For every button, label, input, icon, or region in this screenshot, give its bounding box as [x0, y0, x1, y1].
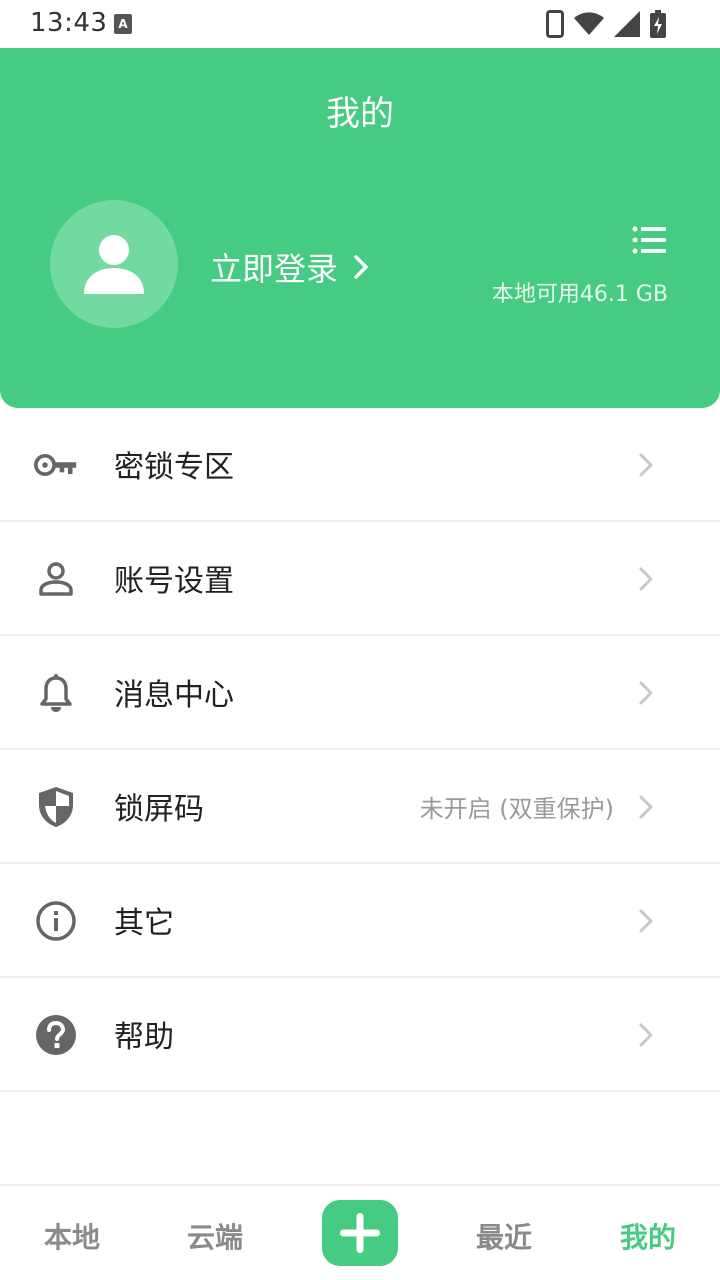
menu-item-account-settings[interactable]: 账号设置: [0, 522, 720, 636]
notification-icon: A: [114, 14, 132, 34]
list-icon[interactable]: [632, 226, 666, 254]
nav-tab-recent[interactable]: 最近: [476, 1216, 532, 1256]
shield-icon: [39, 787, 73, 827]
nav-tab-cloud[interactable]: 云端: [187, 1216, 243, 1256]
plus-icon: [340, 1213, 380, 1253]
chevron-right-icon: [639, 909, 653, 933]
storage-available: 本地可用46.1 GB: [491, 282, 668, 307]
menu-item-label: 其它: [114, 906, 174, 941]
avatar[interactable]: [50, 200, 178, 328]
menu-item-label: 账号设置: [114, 564, 234, 599]
person-icon: [39, 562, 73, 596]
menu-item-label: 密锁专区: [114, 450, 234, 485]
user-avatar-icon: [84, 235, 144, 294]
wifi-icon: [574, 12, 604, 35]
bell-icon: [40, 674, 72, 712]
battery-charging-icon: [650, 10, 666, 38]
login-label: 立即登录: [210, 250, 339, 288]
phone-icon: [546, 10, 564, 38]
menu-item-key-zone[interactable]: 密锁专区: [0, 408, 720, 522]
menu-item-help[interactable]: 帮助: [0, 978, 720, 1092]
chevron-right-icon: [639, 681, 653, 705]
signal-icon: [614, 11, 640, 37]
help-icon: [36, 1015, 76, 1055]
menu-item-label: 锁屏码: [114, 792, 204, 827]
bottom-navigation: 本地 云端 最近 我的: [0, 1184, 720, 1280]
chevron-right-icon: [639, 567, 653, 591]
chevron-right-icon: [639, 795, 653, 819]
login-link[interactable]: 立即登录: [210, 244, 368, 290]
add-button[interactable]: [322, 1200, 398, 1266]
menu-item-value: 未开启 (双重保护): [419, 794, 614, 823]
info-icon: [36, 901, 76, 941]
chevron-right-icon: [639, 1023, 653, 1047]
settings-menu: 密锁专区 账号设置 消息中心 锁屏码 未开启 (双重保护) 其它 帮助: [0, 408, 720, 1092]
page-title: 我的: [326, 94, 394, 134]
status-time: 13:43: [30, 8, 108, 38]
profile-header: 我的 立即登录 本地可用46.1 GB: [0, 48, 720, 408]
chevron-right-icon: [639, 453, 653, 477]
key-icon: [34, 454, 77, 476]
chevron-right-icon: [354, 255, 368, 279]
menu-item-other[interactable]: 其它: [0, 864, 720, 978]
status-bar: 13:43 A: [0, 0, 720, 48]
menu-item-label: 帮助: [114, 1020, 174, 1055]
menu-item-message-center[interactable]: 消息中心: [0, 636, 720, 750]
menu-item-lock-screen-code[interactable]: 锁屏码 未开启 (双重保护): [0, 750, 720, 864]
menu-item-label: 消息中心: [114, 678, 234, 713]
nav-tab-local[interactable]: 本地: [44, 1216, 100, 1256]
status-icons: [546, 10, 666, 38]
nav-tab-mine[interactable]: 我的: [620, 1216, 676, 1256]
